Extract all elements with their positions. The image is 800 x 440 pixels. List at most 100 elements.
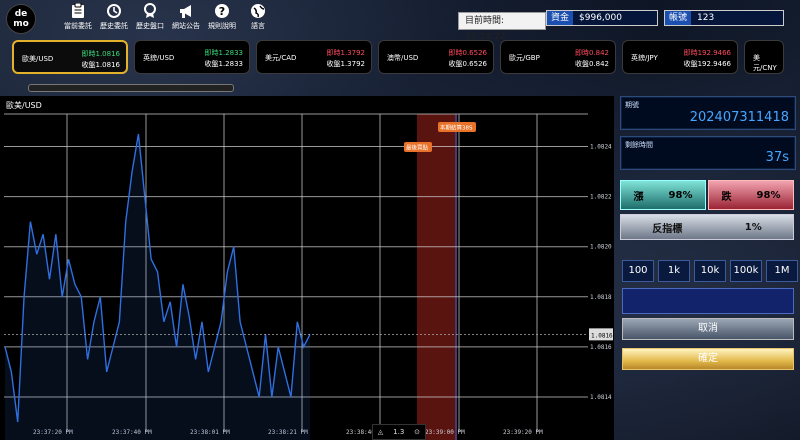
nav-label: 語言 [251, 22, 265, 30]
badge-last-buy-label: 最後買點 [406, 144, 429, 152]
reverse-indicator-button[interactable]: 反指標 1% [620, 214, 794, 240]
fall-button[interactable]: 跌 98% [708, 180, 794, 210]
fall-label: 跌 [721, 191, 732, 203]
settings-icon[interactable]: ⊙ [414, 428, 420, 436]
pair-close: 收盤1.3792 [326, 60, 366, 68]
pair-card[interactable]: 歐美/USD 即時1.0816 收盤1.0816 [12, 40, 128, 74]
period-label: 期號 [625, 101, 639, 109]
pair-card[interactable]: 英鎊/USD 即時1.2833 收盤1.2833 [134, 40, 250, 74]
nav-label: 網站公告 [172, 22, 200, 30]
trade-panel: 期號 202407311418 剩餘時間 37s 漲 98% 跌 98% 反指標… [616, 96, 800, 440]
reverse-label: 反指標 [652, 223, 683, 235]
pair-instant: 即時0.6526 [448, 49, 488, 57]
amount-10k-button[interactable]: 10k [694, 260, 726, 282]
clock-label: 目前時間: [465, 16, 505, 26]
pair-close: 收盤0.842 [574, 60, 609, 68]
fall-odds: 98% [756, 189, 781, 201]
amount-100-button[interactable]: 100 [622, 260, 654, 282]
pair-list: 歐美/USD 即時1.0816 收盤1.0816 英鎊/USD 即時1.2833… [12, 40, 784, 74]
chart-svg: 23:37:20 PM23:37:40 PM23:38:01 PM23:38:2… [4, 113, 614, 440]
series-area [5, 134, 310, 440]
nav-label: 歷史盤口 [136, 22, 164, 30]
price-chart: 歐美/USD 23:37:20 PM23:37:40 PM23:38:01 PM… [0, 96, 614, 440]
pair-instant: 即時1.2833 [204, 49, 244, 57]
confirm-button[interactable]: 確定 [622, 348, 794, 370]
rise-label: 漲 [633, 191, 644, 203]
pair-close: 收盤192.9466 [683, 60, 731, 68]
y-tick-label: 1.0822 [590, 194, 612, 201]
clock: 目前時間: 23:38:22 [458, 12, 546, 42]
nav-bar: 當前委託 歷史委託 歷史盤口 網站公告 ? 規則說明 語言 [60, 3, 276, 31]
pair-card[interactable]: 美元/CAD 即時1.3792 收盤1.3792 [256, 40, 372, 74]
logo-text-2: mo [13, 19, 29, 29]
amount-presets: 100 1k 10k 100k 1M [622, 260, 798, 282]
nav-language[interactable]: 語言 [240, 3, 276, 31]
pair-card[interactable]: 英鎊/JPY 即時192.9466 收盤192.9466 [622, 40, 738, 74]
pair-card[interactable]: 美元/CNY [744, 40, 784, 74]
pair-close: 收盤0.6526 [448, 60, 488, 68]
account-value: 123 [697, 13, 715, 23]
history-icon [107, 4, 121, 18]
pair-name: 歐元/GBP [509, 54, 540, 62]
x-tick-label: 23:39:00 PM [425, 429, 465, 436]
balance-label: 資金 [547, 11, 574, 25]
top-bar: de mo 當前委託 歷史委託 歷史盤口 網站公告 ? 規則說明 語言 目前時間… [0, 0, 800, 42]
pair-name: 澳幣/USD [387, 54, 419, 62]
nav-label: 當前委託 [64, 22, 92, 30]
amount-input[interactable] [622, 288, 794, 314]
svg-text:?: ? [219, 5, 225, 18]
reverse-odds: 1% [744, 221, 762, 233]
current-price-label: 1.08166 [591, 332, 614, 339]
y-tick-label: 1.0824 [590, 144, 612, 151]
question-icon: ? [215, 4, 229, 18]
pair-scrollbar[interactable] [28, 84, 234, 92]
pair-name: 歐美/USD [22, 55, 54, 63]
pair-instant: 即時0.842 [574, 49, 609, 57]
nav-current-orders[interactable]: 當前委託 [60, 3, 96, 31]
nav-order-history[interactable]: 歷史委託 [96, 3, 132, 31]
pair-instant: 即時192.9466 [683, 49, 731, 57]
pair-close: 收盤1.0816 [81, 61, 121, 69]
y-tick-label: 1.0814 [590, 394, 612, 401]
y-tick-label: 1.0820 [590, 244, 612, 251]
amount-1m-button[interactable]: 1M [766, 260, 798, 282]
nav-rules[interactable]: ? 規則說明 [204, 3, 240, 31]
period-value: 202407311418 [689, 110, 789, 125]
globe-icon [251, 4, 265, 18]
mountain-icon[interactable]: ◬ [378, 428, 383, 436]
nav-market-history[interactable]: 歷史盤口 [132, 3, 168, 31]
account-display: 帳號 123 [664, 10, 784, 26]
pair-name: 英鎊/USD [143, 54, 175, 62]
countdown-label: 剩餘時間 [625, 141, 653, 149]
account-label: 帳號 [665, 11, 692, 25]
countdown-value: 37s [765, 150, 789, 165]
badge-settle-label: 本期結算38S [440, 124, 473, 132]
balance-value: $996,000 [579, 13, 622, 23]
y-tick-label: 1.0818 [590, 294, 612, 301]
nav-announcements[interactable]: 網站公告 [168, 3, 204, 31]
pair-name: 美元/CNY [753, 54, 777, 72]
rise-button[interactable]: 漲 98% [620, 180, 706, 210]
countdown-box: 剩餘時間 37s [620, 136, 796, 170]
pair-close: 收盤1.2833 [204, 60, 244, 68]
y-tick-label: 1.0816 [590, 344, 612, 351]
clipboard-icon [72, 3, 84, 18]
settlement-zone [417, 114, 457, 440]
megaphone-icon [180, 5, 191, 18]
cancel-button[interactable]: 取消 [622, 318, 794, 340]
pair-instant: 即時1.3792 [326, 49, 366, 57]
zoom-level: 1.3 [393, 428, 405, 436]
nav-label: 歷史委託 [100, 22, 128, 30]
amount-100k-button[interactable]: 100k [730, 260, 762, 282]
amount-1k-button[interactable]: 1k [658, 260, 690, 282]
pair-card[interactable]: 澳幣/USD 即時0.6526 收盤0.6526 [378, 40, 494, 74]
rise-odds: 98% [668, 189, 693, 201]
logo-text-1: de [14, 9, 28, 19]
logo[interactable]: de mo [6, 4, 36, 34]
pair-name: 美元/CAD [265, 54, 297, 62]
chart-toolbar: ◬ 1.3 ⊙ [372, 424, 426, 440]
award-icon [144, 3, 156, 18]
period-box: 期號 202407311418 [620, 96, 796, 130]
nav-label: 規則說明 [208, 22, 236, 30]
pair-card[interactable]: 歐元/GBP 即時0.842 收盤0.842 [500, 40, 616, 74]
